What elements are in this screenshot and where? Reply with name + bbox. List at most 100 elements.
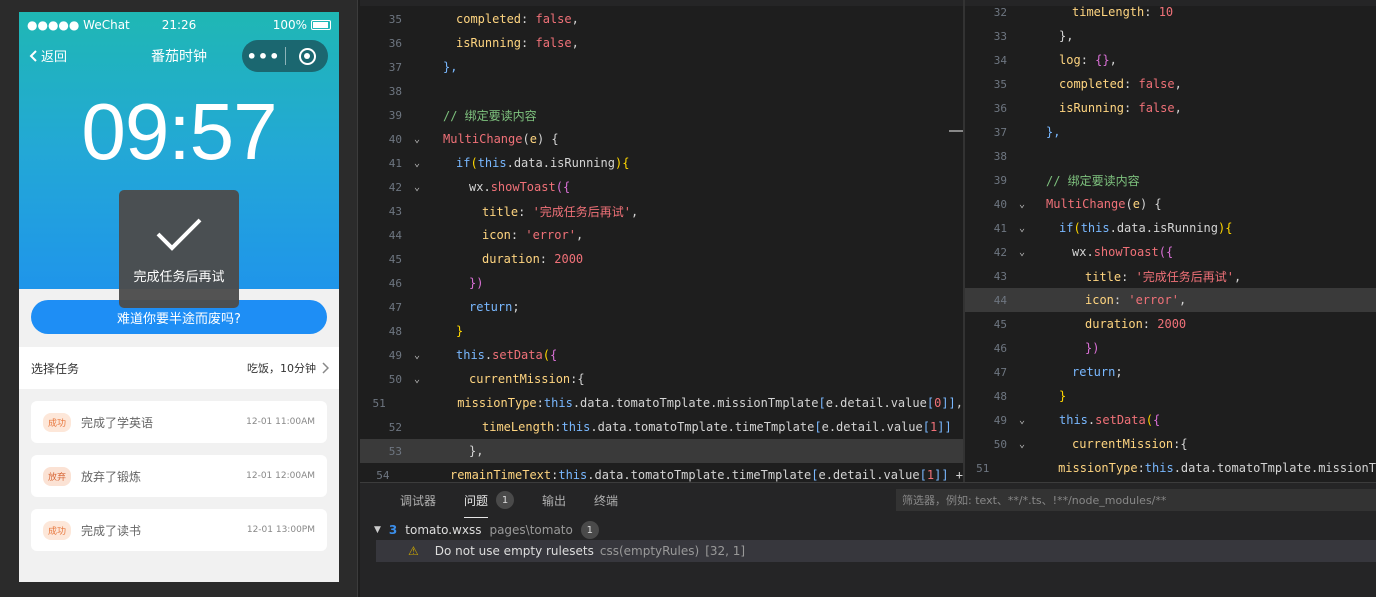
code-line[interactable]: 45 duration: 2000 — [965, 312, 1376, 336]
code-token: : — [1142, 317, 1158, 331]
phone-screen: ●●●●● WeChat 21:26 100% 返回 番茄时钟 ••• 09:5… — [19, 12, 339, 582]
code-token: : — [521, 12, 536, 26]
code-line[interactable]: 42 ⌄ wx.showToast({ — [965, 240, 1376, 264]
toast: 完成任务后再试 — [119, 190, 239, 308]
code-line[interactable]: 49 ⌄ this.setData({ — [965, 408, 1376, 432]
log-time: 12-01 13:00PM — [246, 525, 315, 535]
log-status-badge: 成功 — [43, 520, 72, 540]
code-line[interactable]: 38 — [360, 79, 963, 103]
line-number: 38 — [993, 149, 1007, 163]
log-item: 放弃 放弃了锻炼 12-01 12:00AM — [31, 455, 327, 497]
code-token: this — [1144, 461, 1174, 475]
code-line[interactable]: 50 ⌄ currentMission:{ — [965, 432, 1376, 456]
editor-pane-left[interactable]: 35 completed: false, 36 isRunning: false, 37… — [360, 0, 963, 482]
tab-terminal[interactable]: 终端 — [594, 492, 618, 509]
code-line[interactable]: 52 timeLength:this.data.tomatoTmplate.tim… — [360, 415, 963, 439]
code-line[interactable]: 43 title: '完成任务后再试', — [360, 199, 963, 223]
code-text: title: '完成任务后再试', — [1033, 268, 1241, 285]
code-token: .data.tomatoTmplate.missionTmplate — [572, 396, 819, 410]
code-token: // 绑定要读内容 — [443, 108, 537, 123]
close-mini-program-button[interactable] — [286, 47, 328, 65]
code-token: : — [1144, 5, 1159, 19]
tab-output[interactable]: 输出 — [542, 492, 566, 509]
code-token: : — [536, 396, 544, 410]
code-line[interactable]: 47 return; — [360, 295, 963, 319]
fold-chevron-icon[interactable]: ⌄ — [1011, 199, 1033, 210]
problem-file-row[interactable]: ▼ 3 tomato.wxss pages\tomato 1 — [374, 519, 599, 541]
code-line[interactable]: 48} — [965, 384, 1376, 408]
code-token: ( — [470, 156, 478, 170]
code-line[interactable]: 32 timeLength: 10 — [965, 0, 1376, 24]
code-token: this — [456, 348, 485, 362]
fold-chevron-icon[interactable]: ⌄ — [406, 374, 428, 385]
editor-pane-right[interactable]: 32 timeLength: 10 33}, 34 log: {}, 35 complete… — [965, 0, 1376, 482]
code-line[interactable]: 49 ⌄ this.setData({ — [360, 343, 963, 367]
problem-item[interactable]: ⚠ Do not use empty rulesets css(emptyRul… — [376, 540, 1376, 562]
code-line[interactable]: 40 ⌄ MultiChange(e) { — [360, 127, 963, 151]
line-number: 39 — [388, 108, 402, 122]
code-text: title: '完成任务后再试', — [428, 203, 638, 220]
fold-chevron-icon[interactable]: ⌄ — [1011, 223, 1033, 234]
code-line[interactable]: 36 isRunning: false, — [965, 96, 1376, 120]
code-line[interactable]: 50 ⌄ currentMission:{ — [360, 367, 963, 391]
code-line[interactable]: 44 icon: 'error', — [360, 223, 963, 247]
code-token: ]] — [937, 420, 952, 434]
fold-chevron-icon[interactable]: ⌄ — [406, 134, 428, 145]
fold-chevron-icon[interactable]: ⌄ — [1011, 247, 1033, 258]
chevron-down-icon: ▼ — [374, 525, 381, 535]
code-line[interactable]: 48} — [360, 319, 963, 343]
code-token: this — [543, 396, 573, 410]
code-line[interactable]: 37}, — [360, 55, 963, 79]
code-line[interactable]: 36 isRunning: false, — [360, 31, 963, 55]
tab-debugger[interactable]: 调试器 — [400, 492, 436, 509]
line-number: 41 — [388, 156, 402, 170]
code-token: icon — [482, 228, 511, 242]
code-line[interactable]: 35 completed: false, — [360, 7, 963, 31]
code-text: currentMission:{ — [1033, 437, 1188, 451]
fold-chevron-icon[interactable]: ⌄ — [406, 350, 428, 361]
code-line[interactable]: 43 title: '完成任务后再试', — [965, 264, 1376, 288]
code-line[interactable]: 42 ⌄ wx.showToast({ — [360, 175, 963, 199]
code-token: title — [482, 204, 519, 219]
code-line[interactable]: 45 duration: 2000 — [360, 247, 963, 271]
code-text: } — [428, 324, 463, 338]
tab-problems[interactable]: 问题 1 — [464, 491, 515, 518]
code-token: , — [1178, 293, 1187, 307]
code-line[interactable]: 41 ⌄ if(this.data.isRunning){ — [360, 151, 963, 175]
code-line[interactable]: 46}) — [360, 271, 963, 295]
code-token: 'error' — [1128, 293, 1179, 307]
code-line[interactable]: 41 ⌄ if(this.data.isRunning){ — [965, 216, 1376, 240]
code-line[interactable]: 51 missionType:this.data.tomatoTmplate.mi… — [360, 391, 963, 415]
code-line[interactable]: 38 — [965, 144, 1376, 168]
problems-filter-input[interactable]: 筛选器，例如: text、**/*.ts、!**/node_modules/** — [896, 489, 1376, 511]
code-line[interactable]: 46}) — [965, 336, 1376, 360]
code-token: : — [1113, 293, 1129, 307]
code-line[interactable]: 35 completed: false, — [965, 72, 1376, 96]
fold-chevron-icon[interactable]: ⌄ — [406, 182, 428, 193]
problem-source: css(emptyRules) — [599, 544, 700, 558]
code-token: : — [518, 204, 533, 219]
code-line[interactable]: 54 remainTimeText:this.data.tomatoTmplate… — [360, 463, 963, 482]
code-line[interactable]: 53}, — [360, 439, 963, 463]
fold-chevron-icon[interactable]: ⌄ — [1011, 439, 1033, 450]
code-token: : — [1121, 269, 1136, 284]
task-select[interactable]: 选择任务 吃饭，10分钟 — [19, 347, 339, 389]
line-number: 43 — [388, 204, 402, 218]
code-line[interactable]: 39 // 绑定要读内容 — [965, 168, 1376, 192]
fold-chevron-icon[interactable]: ⌄ — [406, 158, 428, 169]
code-line[interactable]: 51 missionType:this.data.tomatoTmplate.mi… — [965, 456, 1376, 480]
more-icon[interactable]: ••• — [242, 47, 285, 66]
code-line[interactable]: 33}, — [965, 24, 1376, 48]
code-line[interactable]: 37}, — [965, 120, 1376, 144]
code-line[interactable]: 39 // 绑定要读内容 — [360, 103, 963, 127]
warning-icon: ⚠ — [408, 544, 419, 558]
code-line[interactable]: 44 icon: 'error', — [965, 288, 1376, 312]
code-line[interactable]: 40 ⌄ MultiChange(e) { — [965, 192, 1376, 216]
fold-chevron-icon[interactable]: ⌄ — [1011, 415, 1033, 426]
code-token: ){ — [614, 156, 630, 170]
code-line[interactable]: 34 log: {}, — [965, 48, 1376, 72]
code-token: duration — [482, 252, 540, 266]
line-number: 47 — [993, 365, 1007, 379]
code-line[interactable]: 47 return; — [965, 360, 1376, 384]
code-token: '完成任务后再试' — [532, 204, 632, 219]
